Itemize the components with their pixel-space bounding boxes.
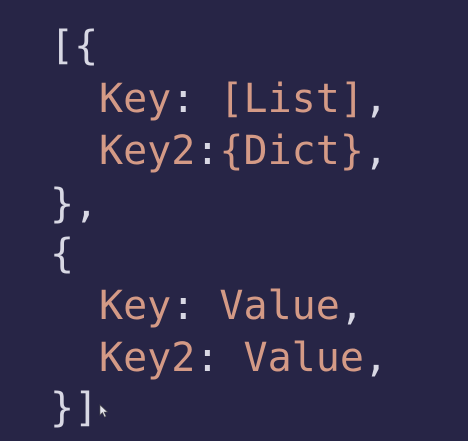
- code-line-1: [{: [50, 23, 99, 69]
- colon-separator: :: [195, 128, 220, 174]
- comma: ,: [363, 128, 389, 174]
- comma: ,: [339, 283, 364, 329]
- value-text: Value: [219, 283, 340, 329]
- list-value: [List]: [219, 76, 364, 122]
- code-line-2: Key: [List],: [99, 73, 388, 125]
- colon-separator: :: [195, 335, 244, 381]
- code-line-6: Key: Value,: [99, 280, 364, 332]
- value-text: Value: [243, 335, 364, 381]
- mouse-pointer-icon: [99, 404, 109, 418]
- colon-separator: :: [171, 283, 220, 329]
- object-key: Key2: [99, 128, 196, 174]
- object-key: Key2: [99, 335, 196, 381]
- object-key: Key: [99, 76, 172, 122]
- code-line-4: },: [50, 181, 99, 227]
- comma: ,: [363, 335, 389, 381]
- comma: ,: [363, 76, 389, 122]
- colon-separator: :: [171, 76, 220, 122]
- code-editor[interactable]: [{ Key: [List], Key2:{Dict}, }, { Key: V…: [0, 0, 468, 441]
- dict-value: {Dict}: [219, 128, 364, 174]
- code-line-7: Key2: Value,: [99, 332, 388, 384]
- code-line-3: Key2:{Dict},: [99, 125, 388, 177]
- code-line-5: {: [50, 231, 75, 277]
- code-line-8: }]: [50, 385, 99, 431]
- object-key: Key: [99, 283, 172, 329]
